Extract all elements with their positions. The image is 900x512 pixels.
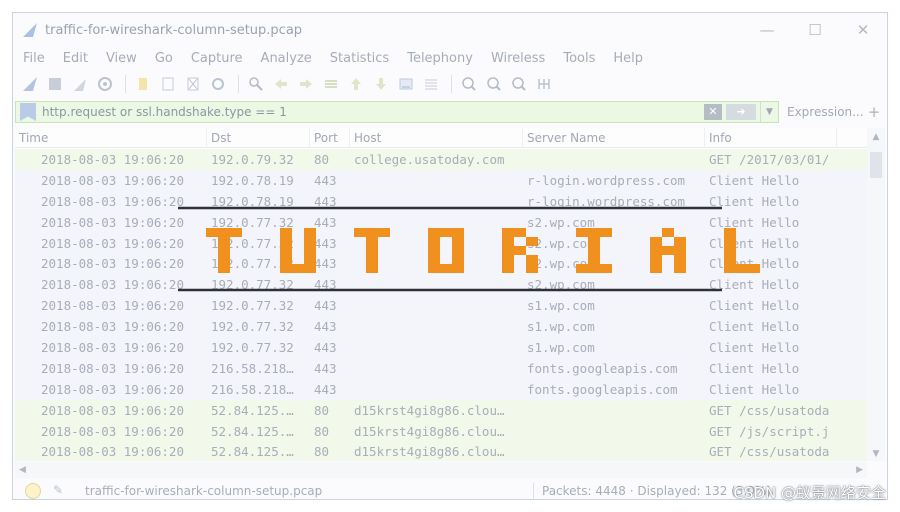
tutorial-letter-l — [724, 228, 760, 273]
csdn-watermark: CSDN @蚁景网络安全 — [733, 484, 886, 502]
tutorial-letter-a — [650, 228, 686, 273]
tutorial-letter-i — [576, 228, 612, 273]
tutorial-letter-r — [502, 228, 538, 273]
tutorial-letter-o — [428, 228, 464, 273]
tutorial-letter-u — [280, 228, 316, 273]
tutorial-letter-t — [206, 228, 242, 273]
tutorial-overlay — [178, 206, 760, 292]
tutorial-text — [206, 228, 760, 273]
tutorial-letter-t — [354, 228, 390, 273]
